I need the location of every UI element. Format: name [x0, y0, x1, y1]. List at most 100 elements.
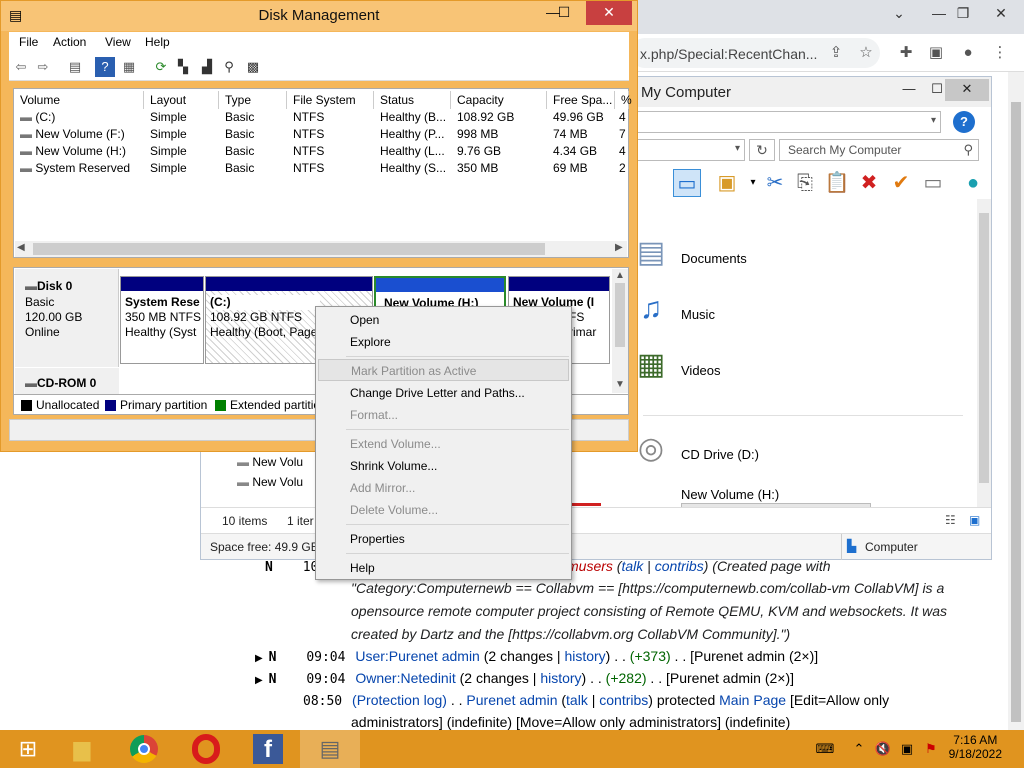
expand-arrow-icon[interactable]: ▶ [255, 675, 263, 686]
column-header-type[interactable]: Type [219, 91, 287, 109]
bookmark-star-icon[interactable]: ☆ [856, 43, 876, 63]
scroll-up-icon[interactable]: ▲ [615, 270, 625, 281]
menu-item-delete-volume[interactable]: Delete Volume... [318, 499, 569, 521]
menu-item-mark-active[interactable]: Mark Partition as Active [318, 359, 569, 381]
menu-item-add-mirror[interactable]: Add Mirror... [318, 477, 569, 499]
cdrom-0-label[interactable]: ▬CD-ROM 0 [15, 368, 119, 394]
chevron-up-icon[interactable]: ⌃ [850, 741, 868, 757]
side-list-item[interactable]: ▬ New Volu [237, 455, 303, 469]
menu-help[interactable]: Help [145, 35, 170, 49]
list-item[interactable]: Music [681, 307, 715, 322]
network-icon[interactable]: ▣ [898, 741, 916, 757]
menu-item-explore[interactable]: Explore [318, 331, 569, 353]
opera-icon[interactable] [176, 730, 236, 768]
menu-action[interactable]: Action [53, 35, 86, 49]
partition-system-reserved[interactable]: System Rese 350 MB NTFS Healthy (Syst [120, 276, 204, 364]
wiki-talk-link[interactable]: talk [621, 558, 643, 574]
menu-item-open[interactable]: Open [318, 309, 569, 331]
column-header-volume[interactable]: Volume [14, 91, 144, 109]
column-header-capacity[interactable]: Capacity [451, 91, 547, 109]
list-item[interactable]: Videos [681, 363, 721, 378]
chevron-down-icon[interactable]: ▾ [735, 143, 740, 154]
volume-muted-icon[interactable]: 🔇 [874, 741, 892, 757]
globe-icon[interactable]: ● [959, 169, 987, 197]
close-button[interactable]: ✕ [945, 79, 989, 101]
facebook-icon[interactable]: f [238, 730, 298, 768]
wiki-history-link[interactable]: history [564, 648, 605, 664]
column-header-free-space[interactable]: Free Spa... [547, 91, 615, 109]
rescan-icon[interactable]: ▚ [173, 57, 193, 77]
search-icon[interactable]: ⚲ [219, 57, 239, 77]
back-icon[interactable]: ⇦ [11, 57, 31, 77]
table-row[interactable]: ▬ New Volume (F:) Simple Basic NTFS Heal… [14, 126, 628, 143]
close-button[interactable]: ✕ [586, 1, 632, 25]
console-tree-icon[interactable]: ▤ [65, 57, 85, 77]
scrollbar-thumb[interactable] [979, 213, 989, 483]
copy-icon[interactable]: ⎘ [791, 169, 819, 197]
menu-item-help[interactable]: Help [318, 557, 569, 579]
table-row[interactable]: ▬ New Volume (H:) Simple Basic NTFS Heal… [14, 143, 628, 160]
share-icon[interactable]: ⇪ [826, 43, 846, 63]
start-button[interactable]: ⊞ [8, 730, 48, 768]
file-explorer-icon[interactable]: ▆ [52, 730, 112, 768]
details-view-icon[interactable]: ☷ [945, 513, 956, 527]
extensions-icon[interactable]: ✚ [896, 43, 916, 63]
action-center-icon[interactable]: ⚑ [922, 741, 940, 757]
profile-icon[interactable]: ● [958, 43, 978, 63]
menu-item-change-drive-letter[interactable]: Change Drive Letter and Paths... [318, 382, 569, 404]
preview-pane-icon[interactable]: ▭ [673, 169, 701, 197]
folder-options-icon[interactable]: ▣ [713, 169, 741, 197]
close-button[interactable]: ✕ [978, 0, 1024, 28]
open-icon[interactable]: ▟ [197, 57, 217, 77]
checkmark-icon[interactable]: ✔ [887, 169, 915, 197]
scroll-left-icon[interactable]: ◀ [17, 242, 25, 253]
help-icon[interactable]: ? [95, 57, 115, 77]
delete-icon[interactable]: ✖ [855, 169, 883, 197]
wiki-contribs-link[interactable]: contribs [655, 558, 704, 574]
horizontal-scrollbar[interactable]: ◀ ▶ [15, 241, 627, 257]
refresh-button[interactable]: ↻ [749, 139, 775, 161]
minimize-button[interactable]: — [895, 79, 923, 101]
column-header-layout[interactable]: Layout [144, 91, 219, 109]
menu-item-format[interactable]: Format... [318, 404, 569, 426]
wiki-history-link[interactable]: history [540, 670, 581, 686]
action-pane-icon[interactable]: ▦ [119, 57, 139, 77]
forward-icon[interactable]: ⇨ [33, 57, 53, 77]
menu-item-extend-volume[interactable]: Extend Volume... [318, 433, 569, 455]
address-box[interactable]: ▾ [637, 111, 941, 133]
address-box-2[interactable]: ▾ [637, 139, 745, 161]
scrollbar-thumb[interactable] [33, 243, 545, 255]
clock[interactable]: 7:16 AM 9/18/2022 [949, 733, 1002, 761]
refresh-icon[interactable]: ⟳ [151, 57, 171, 77]
side-list-item[interactable]: ▬ New Volu [237, 475, 303, 489]
protection-log-link[interactable]: (Protection log) [352, 692, 447, 708]
column-header-filesystem[interactable]: File System [287, 91, 374, 109]
keyboard-icon[interactable]: ⌨ [810, 741, 840, 757]
column-header-percent[interactable]: % [615, 91, 632, 109]
properties-icon[interactable]: ▭ [919, 169, 947, 197]
wiki-user-link[interactable]: musers [567, 558, 613, 574]
menu-view[interactable]: View [105, 35, 131, 49]
disk-0-label[interactable]: ▬Disk 0 Basic 120.00 GB Online [15, 269, 119, 367]
menu-file[interactable]: File [19, 35, 38, 49]
column-header-status[interactable]: Status [374, 91, 451, 109]
page-scrollbar[interactable] [1008, 72, 1024, 730]
chrome-icon[interactable] [114, 730, 174, 768]
scrollbar-thumb[interactable] [1011, 102, 1021, 722]
expand-arrow-icon[interactable]: ▶ [255, 653, 263, 664]
help-icon[interactable]: ? [953, 111, 975, 133]
disk-management-taskbar-icon[interactable]: ▤ [300, 730, 360, 768]
menu-icon[interactable]: ⋮ [990, 43, 1010, 63]
table-row[interactable]: ▬ System Reserved Simple Basic NTFS Heal… [14, 160, 628, 177]
wiki-page-link[interactable]: User:Purenet admin [355, 648, 480, 664]
list-item[interactable]: CD Drive (D:) [681, 447, 759, 462]
cut-icon[interactable]: ✂ [761, 169, 789, 197]
table-row[interactable]: ▬ (C:) Simple Basic NTFS Healthy (B... 1… [14, 109, 628, 126]
paste-icon[interactable]: 📋 [823, 169, 851, 197]
menu-item-shrink-volume[interactable]: Shrink Volume... [318, 455, 569, 477]
list-item[interactable]: New Volume (H:) [681, 487, 779, 502]
wiki-contribs-link[interactable]: contribs [599, 692, 648, 708]
maximize-button[interactable]: ☐ [549, 1, 579, 25]
chevron-down-icon[interactable]: ▾ [931, 115, 936, 126]
vertical-scrollbar[interactable]: ▲ ▼ [612, 269, 628, 393]
